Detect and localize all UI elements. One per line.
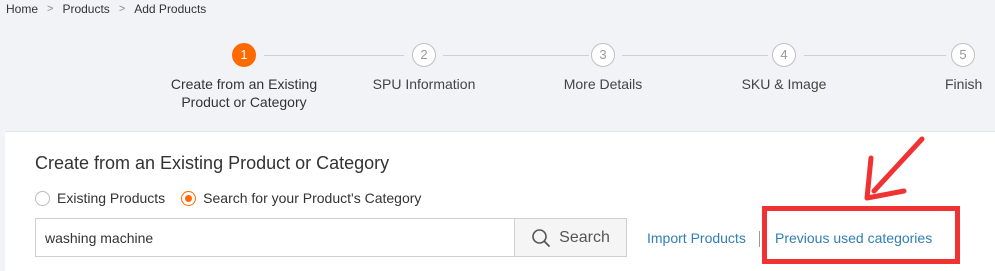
annotation-highlight-box — [762, 206, 960, 264]
radio-existing-products[interactable]: Existing Products — [35, 190, 165, 206]
breadcrumb-current: Add Products — [134, 2, 207, 16]
link-divider — [759, 231, 760, 247]
breadcrumb-products[interactable]: Products — [62, 2, 109, 16]
step-connector — [622, 55, 768, 56]
step-1-label-line1: Create from an Existing — [170, 76, 318, 92]
annotation-arrow-icon — [864, 136, 925, 201]
breadcrumb-home[interactable]: Home — [6, 2, 38, 16]
radio-search-category[interactable]: Search for your Product's Category — [181, 190, 421, 206]
step-connector — [264, 55, 404, 56]
step-3-indicator: 3 — [591, 43, 615, 67]
radio-checked-icon[interactable] — [181, 190, 197, 206]
step-5-label: Finish — [945, 76, 983, 92]
step-5-indicator: 5 — [951, 43, 975, 67]
breadcrumb-separator: > — [118, 3, 126, 15]
step-4-indicator: 4 — [772, 43, 796, 67]
step-2-indicator: 2 — [412, 43, 436, 67]
step-1-label-line2: Product or Category — [181, 94, 307, 110]
step-3-label: More Details — [563, 76, 643, 92]
radio-unchecked-icon[interactable] — [35, 190, 50, 206]
category-search-input[interactable] — [35, 218, 516, 257]
step-2-label: SPU Information — [372, 76, 476, 92]
step-1-label: Create from an Existing Product or Categ… — [154, 75, 334, 111]
radio-search-category-label: Search for your Product's Category — [203, 190, 422, 206]
breadcrumb: Home > Products > Add Products — [6, 2, 206, 16]
step-connector — [443, 55, 589, 56]
import-products-link[interactable]: Import Products — [647, 230, 746, 246]
search-button[interactable]: Search — [514, 218, 627, 257]
search-button-label: Search — [559, 228, 610, 246]
radio-existing-products-label: Existing Products — [57, 190, 166, 206]
search-icon — [532, 228, 551, 247]
step-4-label: SKU & Image — [741, 76, 827, 92]
source-radio-group: Existing Products Search for your Produc… — [35, 190, 437, 206]
card-title: Create from an Existing Product or Categ… — [35, 153, 390, 173]
step-connector — [804, 55, 946, 56]
step-1-indicator: 1 — [232, 43, 256, 67]
breadcrumb-separator: > — [47, 3, 54, 15]
